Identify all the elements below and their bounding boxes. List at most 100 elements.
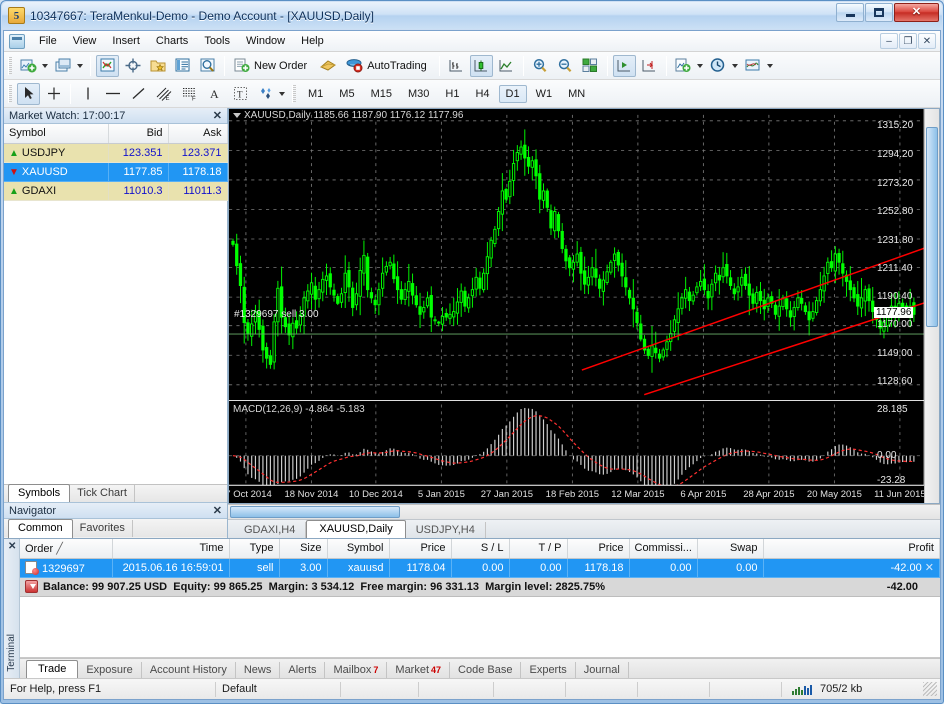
text-tool-button[interactable]: A bbox=[204, 83, 227, 105]
period-m30-button[interactable]: M30 bbox=[401, 85, 436, 103]
maximize-button[interactable] bbox=[865, 3, 893, 22]
periods-button[interactable] bbox=[707, 55, 730, 77]
chart-canvas[interactable]: 27 Oct 2014 18 Nov 2014 10 Dec 2014 5 Jan 2… bbox=[228, 108, 940, 504]
terminal-tab-journal[interactable]: Journal bbox=[576, 662, 629, 678]
tab-common[interactable]: Common bbox=[8, 519, 73, 538]
column-tp[interactable]: T / P bbox=[509, 539, 568, 559]
column-symbol[interactable]: Symbol bbox=[327, 539, 390, 559]
text-label-tool-button[interactable]: T bbox=[229, 83, 252, 105]
auto-scroll-button[interactable] bbox=[612, 54, 636, 77]
market-watch-button[interactable] bbox=[96, 54, 119, 77]
menu-item-view[interactable]: View bbox=[65, 32, 105, 50]
chart-horizontal-scrollbar[interactable] bbox=[228, 504, 940, 519]
navigator-button[interactable] bbox=[146, 55, 169, 77]
horizontal-line-tool-button[interactable] bbox=[101, 83, 125, 105]
column-time[interactable]: Time bbox=[112, 539, 230, 559]
periods-toolbar-grip[interactable] bbox=[292, 84, 296, 103]
zoom-out-button[interactable] bbox=[554, 55, 577, 77]
line-chart-button[interactable] bbox=[495, 55, 518, 77]
mdi-restore-button[interactable]: ❐ bbox=[899, 33, 917, 49]
market-watch-row-usdjpy[interactable]: ▲ USDJPY 123.351 123.371 bbox=[4, 143, 228, 163]
shapes-dropdown-icon[interactable] bbox=[279, 91, 285, 96]
period-h4-button[interactable]: H4 bbox=[468, 85, 496, 103]
shapes-tool-button[interactable] bbox=[254, 83, 277, 105]
period-w1-button[interactable]: W1 bbox=[529, 85, 560, 103]
column-symbol[interactable]: Symbol bbox=[4, 124, 109, 144]
period-mn-button[interactable]: MN bbox=[561, 85, 592, 103]
profiles-button[interactable] bbox=[52, 55, 75, 77]
fibonacci-retracement-tool-button[interactable]: F bbox=[178, 83, 202, 105]
terminal-tab-trade[interactable]: Trade bbox=[26, 660, 79, 679]
new-chart-dropdown-icon[interactable] bbox=[42, 63, 48, 68]
terminal-tab-news[interactable]: News bbox=[236, 662, 281, 678]
data-window-button[interactable] bbox=[121, 55, 144, 77]
bar-chart-button[interactable] bbox=[445, 55, 468, 77]
navigator-close-icon[interactable]: ✕ bbox=[213, 504, 222, 517]
chart-vertical-scroll-thumb[interactable] bbox=[926, 127, 938, 327]
column-price-current[interactable]: Price bbox=[567, 539, 630, 559]
terminal-tab-experts[interactable]: Experts bbox=[521, 662, 576, 678]
column-commission[interactable]: Commissi... bbox=[629, 539, 698, 559]
chart-tab-usdjpy-h4[interactable]: USDJPY,H4 bbox=[406, 522, 486, 538]
column-bid[interactable]: Bid bbox=[108, 124, 169, 144]
terminal-tab-mailbox[interactable]: Mailbox 7 bbox=[325, 662, 388, 678]
market-watch-close-icon[interactable]: ✕ bbox=[213, 109, 222, 122]
column-sl[interactable]: S / L bbox=[451, 539, 510, 559]
period-h1-button[interactable]: H1 bbox=[438, 85, 466, 103]
new-order-button[interactable]: New Order bbox=[230, 55, 314, 77]
menu-item-help[interactable]: Help bbox=[293, 32, 332, 50]
column-ask[interactable]: Ask bbox=[168, 124, 228, 144]
period-m15-button[interactable]: M15 bbox=[364, 85, 399, 103]
terminal-tab-code-base[interactable]: Code Base bbox=[450, 662, 522, 678]
market-watch-row-gdaxi[interactable]: ▲ GDAXI 11010.3 11011.3 bbox=[4, 181, 228, 201]
vertical-line-tool-button[interactable] bbox=[76, 83, 99, 105]
equidistant-channel-tool-button[interactable]: E bbox=[152, 83, 176, 105]
market-watch-row-xauusd[interactable]: ▼ XAUUSD 1177.85 1178.18 bbox=[4, 162, 228, 182]
indicators-dropdown-icon[interactable] bbox=[696, 63, 703, 68]
menu-item-insert[interactable]: Insert bbox=[104, 32, 148, 50]
period-d1-button[interactable]: D1 bbox=[498, 84, 527, 103]
summary-expand-icon[interactable] bbox=[25, 580, 38, 593]
periods-dropdown-icon[interactable] bbox=[731, 63, 738, 68]
chart-tile-button[interactable] bbox=[579, 55, 602, 77]
cursor-tool-button[interactable] bbox=[17, 82, 40, 105]
column-order[interactable]: Order ╱ bbox=[20, 539, 113, 559]
chart-tab-gdaxi-h4[interactable]: GDAXI,H4 bbox=[234, 522, 307, 538]
column-price-open[interactable]: Price bbox=[389, 539, 452, 559]
table-row[interactable]: 1329697 2015.06.16 16:59:01 sell 3.00 xa… bbox=[20, 558, 940, 578]
mdi-close-button[interactable]: ✕ bbox=[918, 33, 936, 49]
chart-vertical-scrollbar[interactable] bbox=[924, 109, 939, 503]
menu-item-tools[interactable]: Tools bbox=[196, 32, 238, 50]
crosshair-tool-button[interactable] bbox=[42, 83, 65, 105]
strategy-tester-button[interactable] bbox=[196, 55, 219, 77]
tab-symbols[interactable]: Symbols bbox=[8, 484, 71, 503]
column-swap[interactable]: Swap bbox=[697, 539, 764, 559]
terminal-close-icon[interactable]: ✕ bbox=[8, 541, 16, 552]
zoom-in-button[interactable] bbox=[529, 55, 552, 77]
templates-dropdown-icon[interactable] bbox=[766, 63, 773, 68]
profiles-dropdown-icon[interactable] bbox=[77, 63, 83, 68]
tab-tick-chart[interactable]: Tick Chart bbox=[70, 485, 135, 502]
column-size[interactable]: Size bbox=[279, 539, 328, 559]
tools-toolbar-grip[interactable] bbox=[8, 84, 12, 103]
candlestick-chart-button[interactable] bbox=[469, 54, 493, 77]
metaeditor-button[interactable] bbox=[316, 55, 340, 77]
terminal-tab-account-history[interactable]: Account History bbox=[142, 662, 236, 678]
menu-item-window[interactable]: Window bbox=[238, 32, 293, 50]
period-m5-button[interactable]: M5 bbox=[332, 85, 361, 103]
terminal-button[interactable] bbox=[171, 55, 194, 77]
period-m1-button[interactable]: M1 bbox=[301, 85, 330, 103]
mdi-minimize-button[interactable]: – bbox=[880, 33, 898, 49]
column-profit[interactable]: Profit bbox=[763, 539, 940, 559]
close-order-icon[interactable]: ✕ bbox=[925, 562, 934, 574]
indicators-button[interactable] bbox=[672, 55, 695, 77]
close-button[interactable]: ✕ bbox=[894, 3, 939, 22]
chart-tab-xauusd-daily[interactable]: XAUUSD,Daily bbox=[306, 520, 406, 539]
terminal-tab-exposure[interactable]: Exposure bbox=[78, 662, 142, 678]
menu-item-charts[interactable]: Charts bbox=[148, 32, 196, 50]
terminal-tab-market[interactable]: Market 47 bbox=[387, 662, 451, 678]
minimize-button[interactable] bbox=[836, 3, 864, 22]
new-chart-button[interactable] bbox=[17, 55, 40, 77]
resize-grip[interactable] bbox=[923, 682, 937, 696]
column-type[interactable]: Type bbox=[229, 539, 280, 559]
